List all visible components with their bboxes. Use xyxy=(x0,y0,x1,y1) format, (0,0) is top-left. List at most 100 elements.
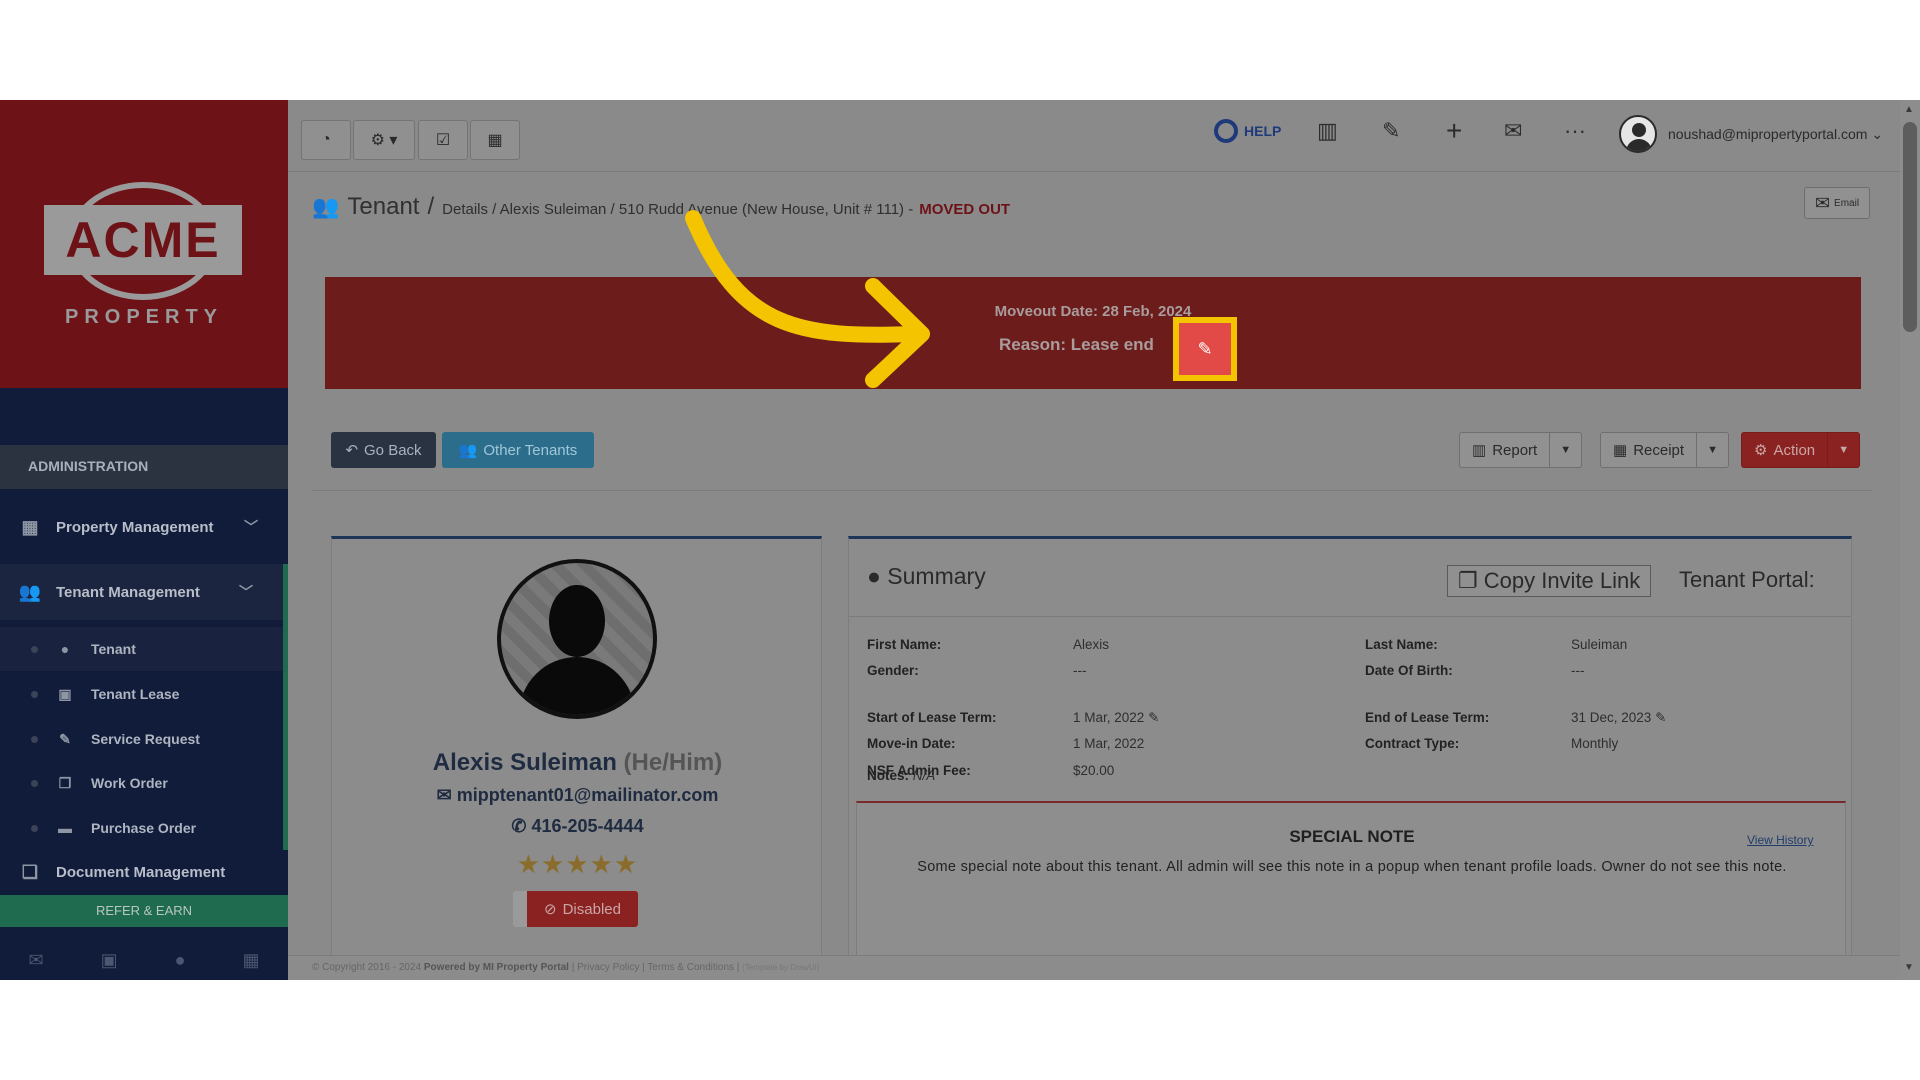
disabled-status-toggle[interactable]: ⊘ Disabled xyxy=(513,891,638,927)
sidebar-item-tenant-management[interactable]: 👥 Tenant Management ﹀ xyxy=(0,564,288,620)
avatar-head xyxy=(1632,123,1646,137)
move-in-value: 1 Mar, 2022 xyxy=(1073,736,1145,751)
scrollbar-thumb[interactable] xyxy=(1903,122,1917,332)
calendar-check-icon: ☑ xyxy=(435,132,451,149)
dob-value: --- xyxy=(1571,663,1585,678)
go-back-button[interactable]: ↶ Go Back xyxy=(331,432,436,468)
lifebuoy-icon xyxy=(1214,119,1238,143)
calendar-check-icon: ▣ xyxy=(58,685,72,702)
bullet-dot xyxy=(31,824,38,832)
section-header-administration: ADMINISTRATION xyxy=(0,445,288,489)
other-tenants-button[interactable]: 👥 Other Tenants xyxy=(442,432,594,468)
user-icon[interactable]: ● xyxy=(175,950,186,971)
first-name-value: Alexis xyxy=(1073,637,1110,652)
edit-icon[interactable]: ✎ xyxy=(1148,710,1159,725)
plus-icon[interactable]: + xyxy=(1446,115,1462,146)
tenant-profile-card: Alexis Suleiman (He/Him) ✉ mipptenant01@… xyxy=(331,536,822,980)
sidebar-subitem-tenant-lease[interactable]: ▣ Tenant Lease xyxy=(0,672,283,716)
receipt-button[interactable]: ▦ Receipt xyxy=(1600,432,1698,468)
sidebar-subitem-purchase-order[interactable]: ▬ Purchase Order xyxy=(0,806,283,850)
calculator-button[interactable]: ▦ xyxy=(470,120,520,160)
sidebar-subitem-work-order[interactable]: ❐ Work Order xyxy=(0,761,283,805)
edit-reason-button[interactable]: ✎ xyxy=(1173,317,1237,381)
footer-text: © Copyright 2016 - 2024 Powered by MI Pr… xyxy=(312,962,820,973)
notes-label: Notes: xyxy=(867,768,910,783)
user-email-label: noushad@mipropertyportal.com xyxy=(1668,126,1868,142)
other-tenants-label: Other Tenants xyxy=(483,441,578,459)
phone-icon: ✆ xyxy=(511,816,532,836)
bullet-dot xyxy=(31,779,38,787)
avatar-body xyxy=(1626,139,1652,151)
tachometer-icon: ◔ xyxy=(321,131,331,148)
tenant-email[interactable]: mipptenant01@mailinator.com xyxy=(457,785,719,805)
report-button[interactable]: ▥ Report xyxy=(1459,432,1551,468)
action-dropdown-toggle[interactable]: ▼ xyxy=(1828,432,1861,468)
dashboard-button[interactable]: ◔ xyxy=(301,120,351,160)
moveout-date: Moveout Date: 28 Feb, 2024 xyxy=(994,303,1192,320)
settings-dropdown-button[interactable]: ⚙ ▾ xyxy=(353,120,415,160)
wrench-icon: ✎ xyxy=(59,730,71,747)
users-icon: 👥 xyxy=(458,442,478,459)
caret-down-icon: ▼ xyxy=(1707,444,1718,456)
report-dropdown-toggle[interactable]: ▼ xyxy=(1550,432,1583,468)
lease-end-text: 31 Dec, 2023 xyxy=(1571,710,1652,725)
copy-icon: ❐ xyxy=(58,774,72,791)
receipt-dropdown-toggle[interactable]: ▼ xyxy=(1697,432,1730,468)
caret-down-icon: ▼ xyxy=(1560,444,1572,456)
nsf-fee-value: $20.00 xyxy=(1073,763,1115,778)
envelope-icon[interactable]: ✉ xyxy=(29,950,44,971)
scroll-up-arrow-icon[interactable]: ▲ xyxy=(1904,104,1914,115)
avatar[interactable] xyxy=(1619,115,1657,153)
view-history-link[interactable]: View History xyxy=(1747,833,1813,847)
last-name-value: Suleiman xyxy=(1571,637,1628,652)
footer-copyright: © Copyright 2016 - 2024 xyxy=(312,962,422,973)
sidebar-item-document-management[interactable]: ❏ Document Management xyxy=(0,852,288,892)
summary-card: ● Summary ❐ Copy Invite Link Tenant Port… xyxy=(848,536,1852,980)
footer-links[interactable]: | Privacy Policy | Terms & Conditions | xyxy=(572,962,740,973)
calendar-button[interactable]: ☑ xyxy=(418,120,468,160)
tenant-pronouns: (He/Him) xyxy=(623,749,723,776)
sidebar-item-label: Property Management xyxy=(56,518,214,536)
logo[interactable]: ACME PROPERTY xyxy=(0,100,288,388)
status-badge: MOVED OUT xyxy=(919,201,1011,218)
more-dots-icon[interactable]: ··· xyxy=(1564,116,1586,146)
scroll-down-arrow-icon[interactable]: ▼ xyxy=(1904,962,1914,973)
reply-arrow-icon: ↶ xyxy=(345,442,359,459)
help-label: HELP xyxy=(1244,123,1282,139)
building-icon: ▦ xyxy=(21,517,39,537)
envelope-icon: ✉ xyxy=(436,785,457,805)
refer-earn-button[interactable]: REFER & EARN xyxy=(0,895,288,927)
page-title: Tenant xyxy=(347,193,420,220)
footer-powered-link[interactable]: Powered by MI Property Portal xyxy=(424,962,569,973)
help-button[interactable]: HELP xyxy=(1214,116,1281,146)
page-footer: © Copyright 2016 - 2024 Powered by MI Pr… xyxy=(288,955,1900,980)
profile-photo[interactable] xyxy=(497,559,657,719)
user-menu-email[interactable]: noushad@mipropertyportal.com ⌄ xyxy=(1668,126,1883,143)
users-icon: 👥 xyxy=(18,582,42,602)
silhouette-head xyxy=(549,585,605,657)
logo-text: ACME xyxy=(65,212,221,268)
sidebar-subitem-tenant[interactable]: ● Tenant xyxy=(0,627,283,671)
tenant-phone[interactable]: 416-205-4444 xyxy=(531,816,643,836)
main-content: 👥 Tenant / Details / Alexis Suleiman / 5… xyxy=(288,173,1900,980)
report-split-button: ▥ Report ▼ xyxy=(1459,432,1583,468)
envelope-icon[interactable]: ✉ xyxy=(1504,116,1522,146)
copy-invite-link-button[interactable]: ❐ Copy Invite Link xyxy=(1447,565,1652,597)
caret-down-icon: ▼ xyxy=(1838,444,1850,456)
reports-chart-icon[interactable]: ▥ xyxy=(1317,116,1338,146)
action-button[interactable]: ⚙ Action xyxy=(1741,432,1829,468)
sidebar-item-label: Tenant Management xyxy=(56,583,200,601)
gear-icon: ⚙ xyxy=(1754,442,1768,459)
briefcase-icon[interactable]: ▣ xyxy=(101,950,118,971)
wrench-icon[interactable]: ✎ xyxy=(1382,116,1400,146)
users-icon: 👥 xyxy=(312,194,340,219)
email-button[interactable]: ✉ Email xyxy=(1804,187,1870,219)
calculator-icon[interactable]: ▦ xyxy=(242,950,259,971)
chevron-down-icon: ﹀ xyxy=(239,584,253,600)
edit-icon[interactable]: ✎ xyxy=(1655,710,1666,725)
logo-subtitle: PROPERTY xyxy=(64,306,224,328)
notes-row: Notes: N/A xyxy=(867,768,935,783)
sidebar-item-property-management[interactable]: ▦ Property Management ﹀ xyxy=(0,499,288,555)
sidebar-subitem-service-request[interactable]: ✎ Service Request xyxy=(0,717,283,761)
star-rating[interactable]: ★★★★★ xyxy=(332,849,823,880)
